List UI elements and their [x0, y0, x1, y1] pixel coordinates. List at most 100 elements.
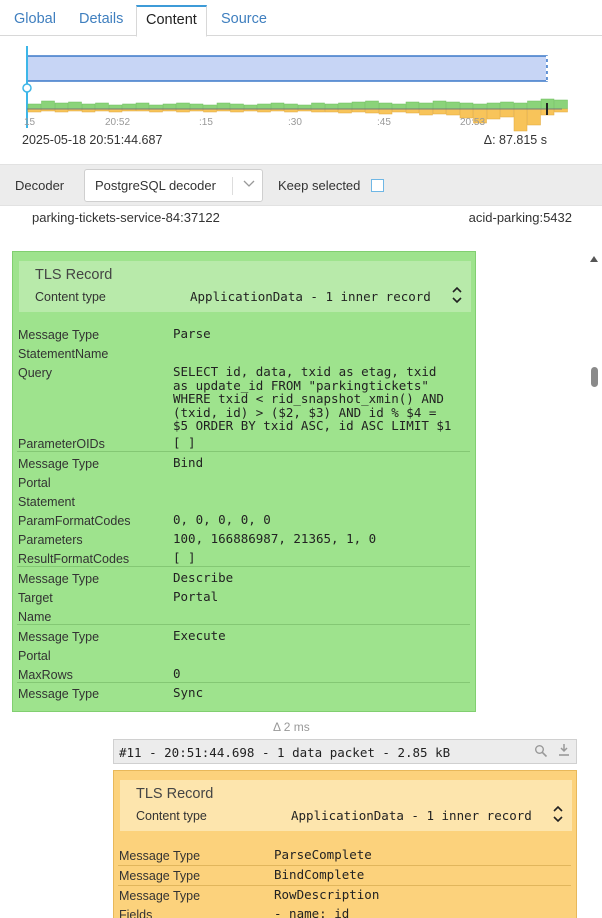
field-value: 0, 0, 0, 0, 0 [173, 512, 271, 527]
sent-bar [27, 103, 42, 110]
tick-label: 15 [24, 117, 36, 128]
playhead-handle[interactable] [22, 83, 32, 93]
sent-bar [270, 102, 285, 110]
sent-bar [500, 101, 514, 110]
field-key: ParameterOIDs [18, 437, 105, 451]
expand-collapse-icon[interactable] [552, 804, 564, 824]
sent-bar [554, 99, 568, 110]
tab-details[interactable]: Details [77, 5, 125, 36]
sent-bar [311, 102, 325, 110]
field-value: ParseComplete [274, 847, 372, 862]
sent-bar [108, 104, 123, 110]
tls-record-title: TLS Record [136, 786, 214, 802]
client-endpoint: parking-tickets-service-84:37122 [32, 210, 220, 225]
sent-bar [257, 103, 271, 110]
field-row: Portal [13, 647, 475, 666]
packet-header-text: #11 - 20:51:44.698 - 1 data packet - 2.8… [119, 745, 451, 760]
field-key: ParamFormatCodes [18, 514, 131, 528]
timeline-start-time: 2025-05-18 20:51:44.687 [22, 133, 163, 147]
sent-bar [54, 102, 69, 110]
field-key: Query [18, 366, 53, 380]
field-row: Message Type Parse [13, 326, 475, 345]
received-bar [486, 108, 501, 120]
sent-bar [95, 102, 109, 110]
received-bar [513, 108, 528, 132]
field-row: Message Type BindComplete [114, 867, 576, 886]
field-key: StatementName [18, 347, 109, 361]
sent-bar [68, 101, 82, 110]
sent-bar [405, 101, 420, 110]
scroll-up-arrow-icon[interactable] [590, 256, 598, 262]
time-delta: Δ 2 ms [273, 720, 310, 734]
keep-selected-checkbox[interactable] [371, 179, 384, 192]
sent-bar [513, 102, 528, 110]
field-row: Parameters 100, 166886987, 21365, 1, 0 [13, 531, 475, 550]
timeline[interactable]: 15 20:52 :15 :30 :45 20:53 2025-05-18 20… [0, 36, 602, 164]
sent-bar [365, 100, 379, 110]
field-row: ParamFormatCodes 0, 0, 0, 0, 0 [13, 512, 475, 531]
message-divider [118, 865, 571, 866]
sent-bar [486, 102, 501, 110]
field-value: Parse [173, 326, 211, 341]
content-type-label: Content type [35, 290, 106, 304]
received-bar [419, 108, 433, 116]
chevron-down-icon[interactable] [241, 175, 257, 193]
field-key: Message Type [18, 328, 100, 342]
scrollbar-thumb[interactable] [591, 367, 598, 387]
received-bar [378, 108, 393, 115]
sent-bar [189, 103, 204, 110]
content-type-label: Content type [136, 809, 207, 823]
field-value: RowDescription [274, 887, 380, 902]
field-row: Message Type Sync [13, 685, 475, 704]
field-value: Sync [173, 685, 204, 700]
sent-bar [230, 103, 244, 110]
sent-bar [243, 104, 258, 110]
tls-record-header: TLS Record Content type ApplicationData … [120, 780, 572, 831]
tick-label: 20:52 [105, 117, 130, 128]
selection-range[interactable] [26, 55, 548, 82]
field-value: Execute [173, 628, 226, 643]
received-bar [405, 108, 420, 114]
search-icon[interactable] [534, 744, 548, 758]
field-row: Fields - name: id [114, 906, 576, 918]
message-divider [17, 624, 470, 625]
sent-bar [324, 103, 339, 110]
decoder-label: Decoder [15, 178, 65, 193]
received-bar [365, 108, 379, 114]
sent-bar [81, 103, 96, 110]
field-value: - name: id [274, 906, 350, 918]
sent-bar [338, 102, 352, 110]
sent-bar [419, 102, 433, 110]
field-key: Message Type [18, 572, 100, 586]
message-divider [118, 885, 571, 886]
tick-label: :45 [377, 117, 391, 128]
server-endpoint: acid-parking:5432 [468, 210, 572, 225]
field-row: Message Type Bind [13, 455, 475, 474]
tab-content[interactable]: Content [136, 5, 207, 37]
expand-collapse-icon[interactable] [451, 285, 463, 305]
field-key: Portal [18, 476, 51, 490]
content-type-value: ApplicationData - 1 inner record [190, 289, 431, 304]
field-key: Statement [18, 495, 75, 509]
sent-bar [446, 101, 460, 110]
received-bar [527, 108, 541, 126]
tab-source[interactable]: Source [219, 5, 269, 36]
field-row: Message Type ParseComplete [114, 847, 576, 866]
field-row: StatementName [13, 345, 475, 364]
tab-global[interactable]: Global [12, 5, 58, 36]
tls-record-title: TLS Record [35, 267, 113, 283]
tick-label: :15 [199, 117, 213, 128]
decoder-select-value: PostgreSQL decoder [95, 178, 216, 193]
field-value: 0 [173, 666, 181, 681]
field-value: [ ] [173, 550, 196, 565]
decoder-select[interactable]: PostgreSQL decoder [84, 169, 263, 202]
field-key: Portal [18, 649, 51, 663]
received-bar [338, 108, 352, 114]
field-row: Message Type RowDescription [114, 887, 576, 906]
field-key: Fields [119, 908, 153, 918]
tab-bar: Global Details Content Source [0, 0, 602, 37]
download-icon[interactable] [558, 743, 570, 757]
sent-bar [284, 103, 298, 110]
packet-header[interactable]: #11 - 20:51:44.698 - 1 data packet - 2.8… [113, 739, 577, 764]
sent-bar [162, 103, 177, 110]
